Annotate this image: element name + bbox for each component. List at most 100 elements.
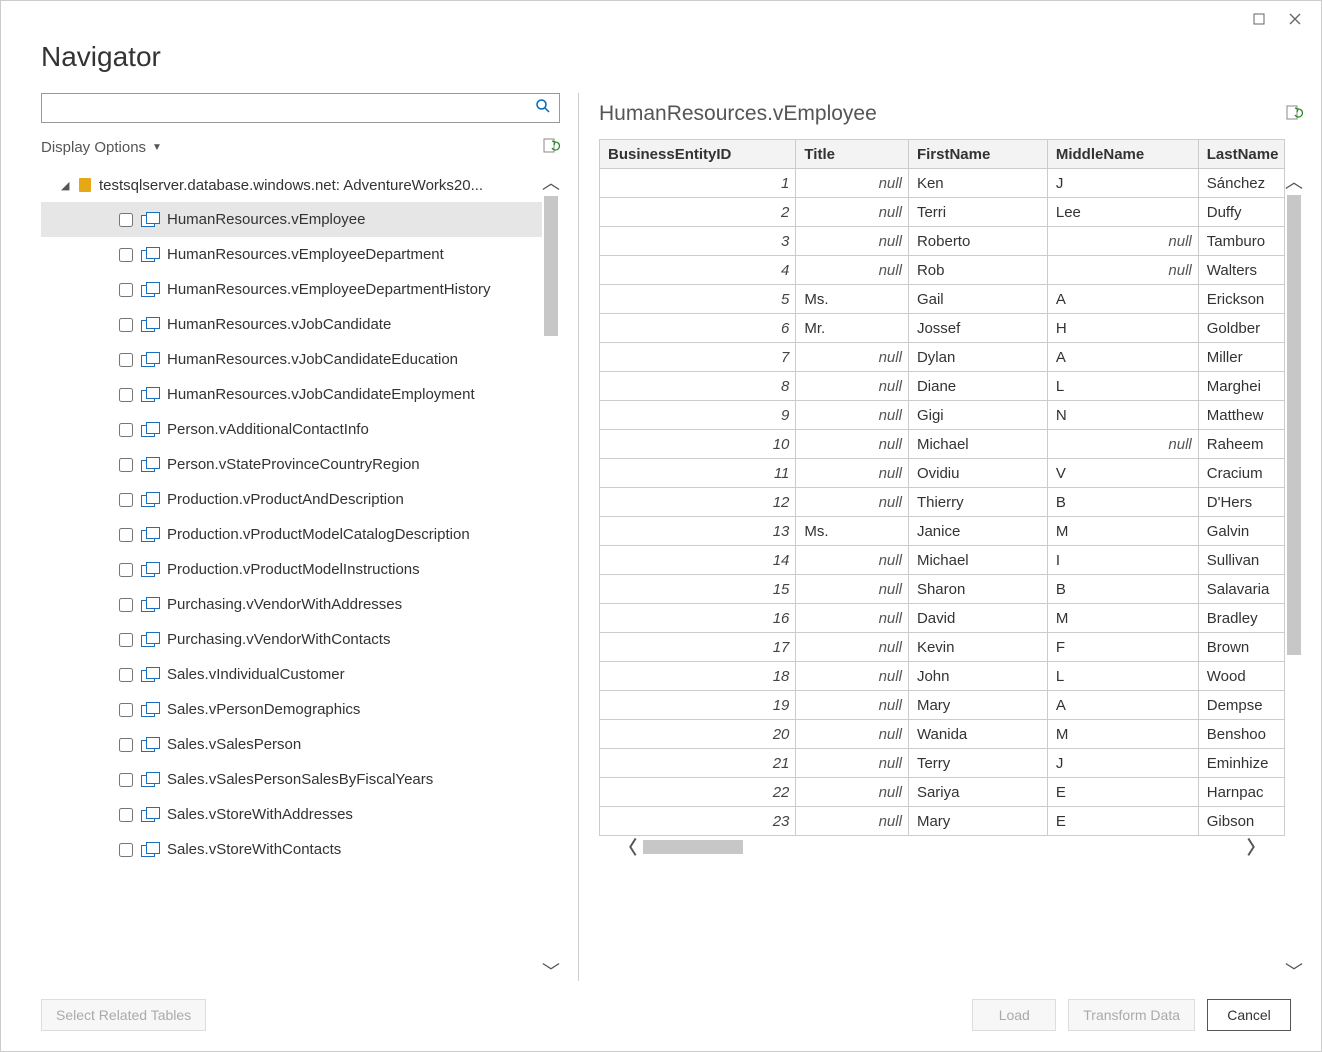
table-row[interactable]: 19nullMaryADempse xyxy=(600,691,1285,720)
table-row[interactable]: 15nullSharonBSalavaria xyxy=(600,575,1285,604)
tree-item-checkbox[interactable] xyxy=(119,563,133,577)
tree-item[interactable]: Purchasing.vVendorWithContacts xyxy=(41,622,542,657)
tree-item-checkbox[interactable] xyxy=(119,458,133,472)
tree-item[interactable]: Production.vProductModelCatalogDescripti… xyxy=(41,517,542,552)
view-icon xyxy=(141,318,159,332)
dialog-header: Navigator xyxy=(1,37,1321,93)
table-row[interactable]: 17nullKevinFBrown xyxy=(600,633,1285,662)
table-row[interactable]: 2nullTerriLeeDuffy xyxy=(600,198,1285,227)
table-row[interactable]: 13Ms.JaniceMGalvin xyxy=(600,517,1285,546)
table-row[interactable]: 23nullMaryEGibson xyxy=(600,807,1285,836)
table-cell: J xyxy=(1047,749,1198,778)
tree-scrollbar[interactable]: ︿ ﹀ xyxy=(542,168,560,981)
scroll-thumb[interactable] xyxy=(544,196,558,336)
table-cell: 4 xyxy=(600,256,796,285)
tree-item-checkbox[interactable] xyxy=(119,773,133,787)
table-cell: Diane xyxy=(908,372,1047,401)
table-row[interactable]: 6Mr.JossefHGoldber xyxy=(600,314,1285,343)
table-row[interactable]: 9nullGigiNMatthew xyxy=(600,401,1285,430)
tree-item-checkbox[interactable] xyxy=(119,738,133,752)
col-header[interactable]: FirstName xyxy=(908,140,1047,169)
scroll-down-icon: ﹀ xyxy=(542,963,560,981)
scroll-thumb[interactable] xyxy=(1287,195,1301,655)
tree-item-checkbox[interactable] xyxy=(119,633,133,647)
tree-item[interactable]: Production.vProductModelInstructions xyxy=(41,552,542,587)
tree-item-checkbox[interactable] xyxy=(119,843,133,857)
table-row[interactable]: 16nullDavidMBradley xyxy=(600,604,1285,633)
tree-item-checkbox[interactable] xyxy=(119,493,133,507)
table-row[interactable]: 7nullDylanAMiller xyxy=(600,343,1285,372)
col-header[interactable]: LastName xyxy=(1198,140,1284,169)
table-row[interactable]: 14nullMichaelISullivan xyxy=(600,546,1285,575)
table-row[interactable]: 4nullRobnullWalters xyxy=(600,256,1285,285)
tree-item-checkbox[interactable] xyxy=(119,353,133,367)
horizontal-scrollbar[interactable]: 〈 〉 xyxy=(599,836,1285,858)
tree-item[interactable]: HumanResources.vJobCandidateEmployment xyxy=(41,377,542,412)
table-row[interactable]: 8nullDianeLMarghei xyxy=(600,372,1285,401)
transform-data-button[interactable]: Transform Data xyxy=(1068,999,1195,1031)
search-box[interactable] xyxy=(41,93,560,123)
tree-item[interactable]: Sales.vSalesPerson xyxy=(41,727,542,762)
tree-item-label: Person.vAdditionalContactInfo xyxy=(167,421,369,438)
tree-item-checkbox[interactable] xyxy=(119,668,133,682)
tree-item-checkbox[interactable] xyxy=(119,213,133,227)
table-cell: A xyxy=(1047,691,1198,720)
table-row[interactable]: 20nullWanidaMBenshoo xyxy=(600,720,1285,749)
tree-item[interactable]: Sales.vIndividualCustomer xyxy=(41,657,542,692)
table-cell: 9 xyxy=(600,401,796,430)
tree-item[interactable]: HumanResources.vEmployeeDepartmentHistor… xyxy=(41,272,542,307)
table-row[interactable]: 21nullTerryJEminhize xyxy=(600,749,1285,778)
table-row[interactable]: 5Ms.GailAErickson xyxy=(600,285,1285,314)
tree-item-checkbox[interactable] xyxy=(119,388,133,402)
table-row[interactable]: 1nullKenJSánchez xyxy=(600,169,1285,198)
table-row[interactable]: 11nullOvidiuVCracium xyxy=(600,459,1285,488)
table-row[interactable]: 12nullThierryBD'Hers xyxy=(600,488,1285,517)
refresh-tree-button[interactable] xyxy=(542,137,560,158)
col-header[interactable]: BusinessEntityID xyxy=(600,140,796,169)
table-row[interactable]: 10nullMichaelnullRaheem xyxy=(600,430,1285,459)
table-row[interactable]: 3nullRobertonullTamburo xyxy=(600,227,1285,256)
tree-item-checkbox[interactable] xyxy=(119,598,133,612)
caret-down-icon: ◢ xyxy=(61,179,71,192)
tree-item-checkbox[interactable] xyxy=(119,423,133,437)
tree-item[interactable]: Sales.vPersonDemographics xyxy=(41,692,542,727)
refresh-preview-button[interactable] xyxy=(1285,104,1303,125)
restore-button[interactable] xyxy=(1241,5,1277,33)
col-header[interactable]: MiddleName xyxy=(1047,140,1198,169)
tree-item-checkbox[interactable] xyxy=(119,808,133,822)
tree-item[interactable]: HumanResources.vEmployeeDepartment xyxy=(41,237,542,272)
tree-item[interactable]: Production.vProductAndDescription xyxy=(41,482,542,517)
search-icon[interactable] xyxy=(535,98,551,119)
display-options-dropdown[interactable]: Display Options ▼ xyxy=(41,139,162,156)
tree-item-checkbox[interactable] xyxy=(119,283,133,297)
tree-item[interactable]: HumanResources.vJobCandidateEducation xyxy=(41,342,542,377)
grid-vertical-scrollbar[interactable]: ︿ ﹀ xyxy=(1285,139,1303,981)
tree-item[interactable]: Person.vStateProvinceCountryRegion xyxy=(41,447,542,482)
tree-item[interactable]: HumanResources.vEmployee xyxy=(41,202,542,237)
tree-item[interactable]: Sales.vSalesPersonSalesByFiscalYears xyxy=(41,762,542,797)
tree-item[interactable]: Purchasing.vVendorWithAddresses xyxy=(41,587,542,622)
options-row: Display Options ▼ xyxy=(41,137,560,158)
tree-item[interactable]: Sales.vStoreWithAddresses xyxy=(41,797,542,832)
table-cell: Matthew xyxy=(1198,401,1284,430)
tree-item-checkbox[interactable] xyxy=(119,528,133,542)
tree-item-checkbox[interactable] xyxy=(119,248,133,262)
cancel-button[interactable]: Cancel xyxy=(1207,999,1291,1031)
table-cell: null xyxy=(796,662,909,691)
tree-root[interactable]: ◢ testsqlserver.database.windows.net: Ad… xyxy=(41,168,542,202)
table-row[interactable]: 18nullJohnLWood xyxy=(600,662,1285,691)
close-button[interactable] xyxy=(1277,5,1313,33)
tree-item-checkbox[interactable] xyxy=(119,703,133,717)
tree-item[interactable]: Person.vAdditionalContactInfo xyxy=(41,412,542,447)
load-button[interactable]: Load xyxy=(972,999,1056,1031)
select-related-tables-button[interactable]: Select Related Tables xyxy=(41,999,206,1031)
table-cell: null xyxy=(1047,227,1198,256)
tree-item[interactable]: Sales.vStoreWithContacts xyxy=(41,832,542,867)
tree-item[interactable]: HumanResources.vJobCandidate xyxy=(41,307,542,342)
table-cell: Gibson xyxy=(1198,807,1284,836)
tree-item-checkbox[interactable] xyxy=(119,318,133,332)
h-scroll-thumb[interactable] xyxy=(643,840,743,854)
col-header[interactable]: Title xyxy=(796,140,909,169)
table-row[interactable]: 22nullSariyaEHarnpac xyxy=(600,778,1285,807)
search-input[interactable] xyxy=(50,99,535,117)
